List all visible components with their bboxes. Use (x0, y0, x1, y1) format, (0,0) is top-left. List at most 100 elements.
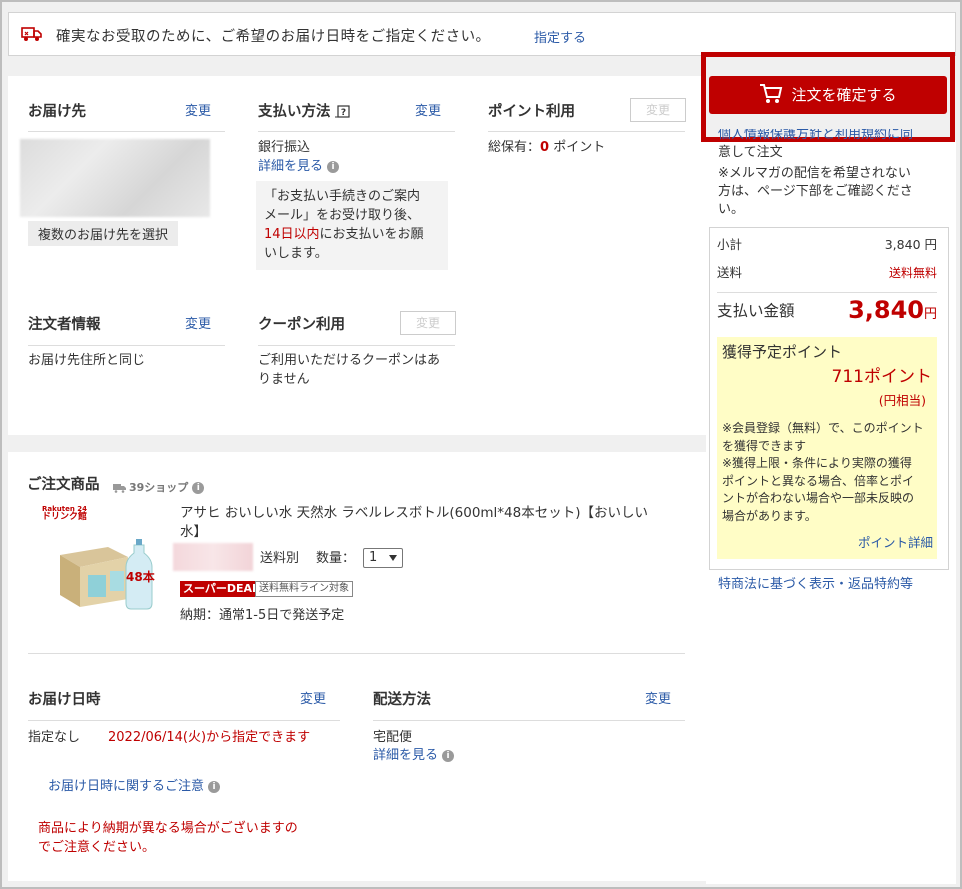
delivery-address-title: お届け先 (28, 104, 86, 120)
coupon-message: ご利用いただけるクーポンはあ りません (258, 351, 440, 389)
shop-label: 39ショップ i (113, 479, 205, 495)
subtotal-label: 小計 (717, 237, 743, 252)
divider (28, 131, 225, 132)
newsletter-note-line: い。 (718, 202, 745, 217)
delivery-date-title: お届け日時 (28, 692, 101, 708)
earned-points-equiv: (円相当) (878, 393, 926, 408)
shipping-details: 詳細を見る i (373, 746, 455, 765)
section-divider (8, 435, 706, 452)
orderer-change-link[interactable]: 変更 (185, 313, 211, 332)
delivery-date-change-link[interactable]: 変更 (300, 688, 326, 707)
confirm-order-label: 注文を確定する (791, 86, 897, 104)
payment-note-line: いします。 (264, 246, 328, 261)
delivery-date-notes-link[interactable]: お届け日時に関するご注意 (48, 779, 204, 794)
shipping-label: 送料 (717, 265, 743, 280)
payment-title-text: 支払い方法 (258, 104, 331, 120)
points-change-button[interactable]: 変更 (630, 98, 686, 122)
water-box-illustration: 48本 (60, 539, 155, 610)
help-icon[interactable]: ? (334, 105, 350, 119)
payment-note-line: 「お支払い手続きのご案内 (264, 189, 421, 204)
delivery-date-label: 指定なし (28, 730, 81, 745)
products-title: ご注文商品 (27, 477, 100, 493)
specify-date-link[interactable]: 指定する (534, 27, 586, 46)
newsletter-note: ※メルマガの配信を希望されない 方は、ページ下部をご確認くださ い。 (718, 165, 913, 219)
points-total-value: 0 (540, 140, 550, 155)
terms-link[interactable]: 個人情報保護方針と利用規約に同 (718, 129, 913, 142)
earned-points-note-line: ポイントと異なる場合、倍率とポイ (722, 473, 915, 488)
address-redacted (20, 139, 210, 217)
points-total: 総保有：0 ポイント (488, 138, 605, 157)
cart-icon (760, 84, 783, 103)
delivery-warning: 商品により納期が異なる場合がございますの でご注意ください。 (38, 819, 298, 857)
product-name-line: 水】 (180, 524, 207, 540)
newsletter-note-line: ※メルマガの配信を希望されない (718, 166, 911, 181)
info-icon[interactable]: i (327, 160, 340, 173)
quantity-value: 1 (369, 550, 378, 565)
quantity-label: 数量： (316, 551, 356, 566)
orderer-title: 注文者情報 (28, 317, 101, 333)
commercial-law-link[interactable]: 特商法に基づく表示・返品特約等 (718, 575, 913, 594)
delivery-warning-line: でご注意ください。 (38, 840, 156, 855)
coupon-message-line: ご利用いただけるクーポンはあ (258, 353, 441, 368)
info-icon[interactable]: i (208, 780, 221, 793)
total-value: 3,840 (848, 296, 924, 324)
confirm-order-button[interactable]: 注文を確定する (709, 76, 947, 114)
shipping-method-title: 配送方法 (373, 692, 431, 708)
divider (488, 131, 685, 132)
divider (28, 720, 340, 721)
earned-points-note-line: 場合があります。 (722, 508, 817, 523)
earned-points-notes: ※会員登録（無料）で、このポイント を獲得できます ※獲得上限・条件により実際の… (722, 420, 934, 525)
quantity-select[interactable]: 1 (363, 548, 403, 568)
subtotal-value: 3,840 円 (884, 237, 937, 252)
shipping-note: 送料別 (260, 551, 300, 566)
points-details-link[interactable]: ポイント詳細 (800, 533, 933, 552)
payment-note: 「お支払い手続きのご案内 メール」をお受け取り後、 14日以内にお支払いをお願 … (256, 181, 448, 270)
earned-points-note-line: ※獲得上限・条件により実際の獲得 (722, 456, 912, 470)
earned-points-value: 711ポイント (831, 367, 932, 387)
agree-terms-rest: 意して注文 (718, 145, 783, 160)
payment-note-line: 14日以内にお支払いをお願 (264, 225, 440, 244)
shipping-details-link[interactable]: 詳細を見る (373, 748, 438, 763)
product-image[interactable]: Rakuten 24 ドリンク館 48本 (38, 505, 162, 615)
info-icon[interactable]: i (192, 482, 205, 494)
shipping-method-value: 宅配便 (373, 730, 413, 745)
divider (28, 345, 225, 346)
shipping-method-change-link[interactable]: 変更 (645, 688, 671, 707)
divider (28, 653, 685, 654)
shop-name: 39ショップ (129, 481, 189, 494)
svg-text:?: ? (340, 108, 345, 118)
divider (373, 720, 685, 721)
orderer-value: お届け先住所と同じ (28, 353, 146, 368)
payment-details: 詳細を見る i (258, 157, 340, 176)
shipping-value: 送料無料 (888, 266, 937, 280)
delivery-warning-line: 商品により納期が異なる場合がございますの (38, 821, 298, 836)
delivery-date-notes: お届け日時に関するご注意 i (48, 777, 221, 796)
divider (258, 345, 455, 346)
payment-details-link[interactable]: 詳細を見る (258, 159, 323, 174)
product-image-label: 48本 (126, 569, 155, 584)
free-shipping-line-badge: 送料無料ライン対象 (255, 581, 353, 597)
coupon-change-button[interactable]: 変更 (400, 311, 456, 335)
delivery-address-change-link[interactable]: 変更 (185, 100, 211, 119)
divider (258, 131, 455, 132)
product-name[interactable]: アサヒ おいしい水 天然水 ラベルレスボトル(600ml*48本セット)【おいし… (180, 504, 648, 542)
coupon-message-line: りません (258, 372, 310, 387)
info-icon[interactable]: i (442, 749, 455, 762)
earned-points-title: 獲得予定ポイント (722, 343, 843, 361)
truck-icon (21, 27, 42, 41)
delivery-term: 納期：通常1-5日で発送予定 (180, 608, 345, 623)
super-deal-badge: スーパーDEAL (180, 581, 263, 597)
points-title: ポイント利用 (488, 104, 575, 120)
payment-method-value: 銀行振込 (258, 140, 311, 155)
price-redacted (173, 543, 253, 571)
multiple-addresses-button[interactable]: 複数のお届け先を選択 (28, 221, 179, 246)
delivery-truck-icon (113, 484, 126, 493)
points-total-label: 総保有： (488, 140, 541, 155)
payment-change-link[interactable]: 変更 (415, 100, 441, 119)
earned-points-note-line: ※会員登録（無料）で、このポイント (722, 421, 924, 435)
newsletter-note-line: 方は、ページ下部をご確認くださ (718, 184, 913, 199)
total-unit: 円 (923, 307, 937, 322)
delivery-date-value: 2022/06/14(火)から指定できます (108, 730, 311, 745)
points-total-unit: ポイント (553, 140, 606, 155)
delivery-date-banner: 確実なお受取のために、ご希望のお届け日時をご指定ください。 指定する (8, 12, 956, 56)
